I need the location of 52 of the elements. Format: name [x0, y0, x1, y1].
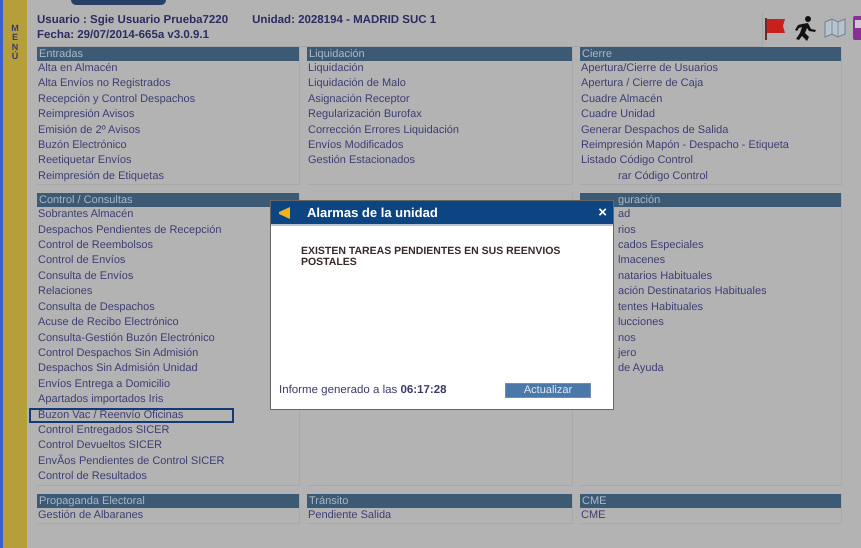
menu-link[interactable]: Reimpresión Avisos	[37, 107, 299, 123]
section-title: CME	[582, 494, 606, 507]
menu-link[interactable]: CME	[580, 508, 841, 523]
menu-link[interactable]: Reimpresión de Etiquetas	[37, 168, 299, 184]
menu-link[interactable]: Pendiente Salida	[307, 508, 572, 523]
report-time-text: Informe generado a las 06:17:28	[279, 382, 447, 398]
megaphone-icon	[277, 206, 291, 220]
menu-link[interactable]: Asignación Receptor	[307, 92, 572, 108]
menu-link[interactable]: Alta en Almacén	[37, 61, 299, 76]
menu-link[interactable]: Liquidación	[307, 61, 572, 76]
menu-link[interactable]: Alta Envíos no Registrados	[37, 76, 299, 92]
menu-tab-label[interactable]: MENÚ	[10, 24, 20, 62]
device-icon[interactable]	[853, 15, 861, 41]
section-title: Propaganda Electoral	[39, 494, 145, 507]
menu-link[interactable]: Reetiquetar Envíos	[37, 153, 299, 169]
menu-link[interactable]: Apertura / Cierre de Caja	[580, 76, 841, 92]
section-title: Control / Consultas	[39, 194, 133, 206]
menu-link[interactable]: Generar Despachos de Salida	[580, 122, 841, 138]
menu-link[interactable]: Gestión de Albaranes	[37, 508, 299, 523]
menu-link[interactable]: Liquidación de Malo	[307, 76, 572, 92]
menu-link[interactable]: Control de Resultados	[37, 469, 299, 485]
menu-link[interactable]: Cuadre Almacén	[580, 92, 841, 108]
unit-label: Unidad: 2028194 - MADRID SUC 1	[252, 14, 436, 26]
refresh-button[interactable]: Actualizar	[505, 382, 591, 398]
menu-link[interactable]: Control Entregados SICER	[37, 422, 299, 438]
menu-link[interactable]: Reimpresión Mapón - Despacho - Etiqueta	[580, 138, 841, 154]
menu-link[interactable]: Cuadre Unidad	[580, 107, 841, 123]
section-title: Cierre	[582, 48, 612, 60]
menu-link[interactable]: EnvÃos Pendientes de Control SICER	[37, 454, 299, 470]
close-button[interactable]: ×	[598, 205, 607, 220]
menu-link[interactable]: Gestión Estacionados	[307, 153, 572, 169]
menu-link[interactable]: Buzón Electrónico	[37, 138, 299, 154]
section-title: Entradas	[39, 48, 84, 60]
dialog-title: Alarmas de la unidad	[307, 204, 439, 222]
menu-link[interactable]: Envíos Modificados	[307, 138, 572, 154]
menu-link[interactable]: Control Devueltos SICER	[37, 438, 299, 454]
menu-link[interactable]: Buzon Vac / Reenvío Oficinas	[29, 408, 234, 423]
section-title: Liquidación	[309, 48, 365, 60]
menu-link[interactable]: Listado Código Control	[580, 153, 841, 169]
alarm-message: EXISTEN TAREAS PENDIENTES EN SUS REENVIOS POSTALES	[300, 244, 562, 268]
date-label: Fecha: 29/07/2014-665a v3.0.9.1	[37, 29, 209, 41]
user-label: Usuario : Sgie Usuario Prueba7220	[37, 14, 228, 26]
section-title: guración	[617, 194, 660, 206]
flag-icon[interactable]	[763, 16, 787, 40]
menu-link[interactable]: rar Código Control	[580, 168, 841, 184]
menu-link[interactable]: Recepción y Control Despachos	[37, 92, 299, 108]
menu-link[interactable]: Apertura/Cierre de Usuarios	[580, 61, 841, 76]
menu-link[interactable]: Corrección Errores Liquidación	[307, 122, 572, 138]
running-figure-icon[interactable]	[793, 15, 817, 41]
menu-link[interactable]: Regularización Burofax	[307, 107, 572, 123]
menu-link[interactable]: Emisión de 2º Avisos	[37, 122, 299, 138]
section-title: Tránsito	[309, 494, 348, 507]
